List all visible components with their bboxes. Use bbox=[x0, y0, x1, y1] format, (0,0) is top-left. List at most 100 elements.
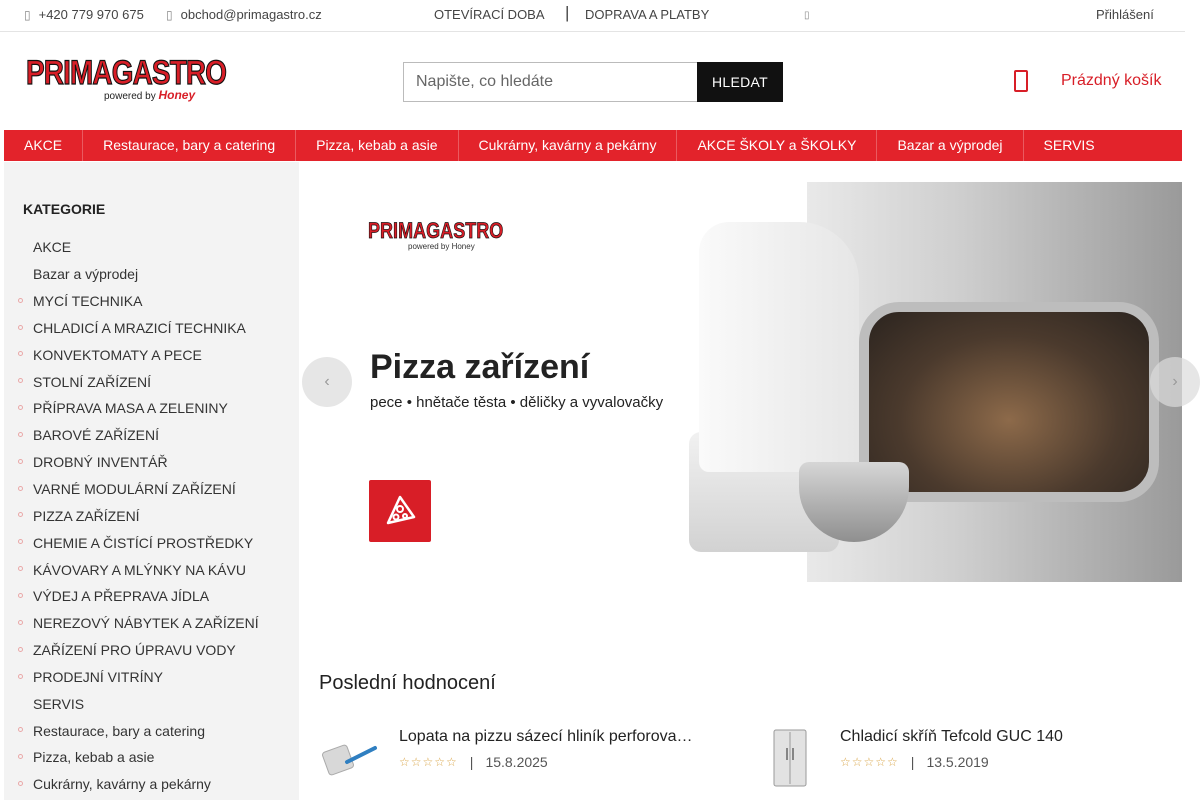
sidebar-item-label[interactable]: MYCÍ TECHNIKA bbox=[33, 293, 142, 309]
sidebar-item-label[interactable]: BAROVÉ ZAŘÍZENÍ bbox=[33, 427, 159, 443]
sidebar-item-label[interactable]: ZAŘÍZENÍ PRO ÚPRAVU VODY bbox=[33, 642, 236, 658]
sidebar-item-label[interactable]: VÝDEJ A PŘEPRAVA JÍDLA bbox=[33, 588, 209, 604]
reviews-title: Poslední hodnocení bbox=[319, 672, 496, 694]
phone-contact[interactable]: ▯ +420 779 970 675 bbox=[24, 7, 144, 22]
menu-item-akce-skoly[interactable]: AKCE ŠKOLY a ŠKOLKY bbox=[677, 130, 878, 161]
chevron-right-icon[interactable]: › bbox=[1150, 357, 1200, 407]
sidebar-item[interactable]: VARNÉ MODULÁRNÍ ZAŘÍZENÍ bbox=[4, 476, 299, 503]
sidebar-item-label[interactable]: PŘÍPRAVA MASA A ZELENINY bbox=[33, 400, 228, 416]
top-separator: | bbox=[565, 3, 570, 22]
bullet-icon bbox=[18, 378, 23, 384]
sidebar-item[interactable]: ZAŘÍZENÍ PRO ÚPRAVU VODY bbox=[4, 637, 299, 664]
bullet-icon bbox=[18, 351, 23, 357]
hero-banner[interactable]: PRIMAGASTRO powered by Honey Pizza zaříz… bbox=[299, 182, 1182, 582]
chevron-left-icon[interactable]: ‹ bbox=[302, 357, 352, 407]
sidebar-item[interactable]: SERVIS bbox=[4, 690, 299, 717]
sidebar-item[interactable]: KONVEKTOMATY A PECE bbox=[4, 341, 299, 368]
sidebar-item[interactable]: CHEMIE A ČISTÍCÍ PROSTŘEDKY bbox=[4, 529, 299, 556]
sidebar-item-label[interactable]: Bazar a výprodej bbox=[33, 266, 138, 282]
dough-mixer-image bbox=[699, 222, 859, 472]
sidebar-item[interactable]: DROBNÝ INVENTÁŘ bbox=[4, 449, 299, 476]
sidebar-item[interactable]: CHLADICÍ A MRAZICÍ TECHNIKA bbox=[4, 315, 299, 342]
sidebar-item[interactable]: MYCÍ TECHNIKA bbox=[4, 288, 299, 315]
sidebar-item[interactable]: PŘÍPRAVA MASA A ZELENINY bbox=[4, 395, 299, 422]
email-address[interactable]: obchod@primagastro.cz bbox=[181, 7, 322, 22]
phone-number[interactable]: +420 779 970 675 bbox=[39, 7, 144, 22]
review-product-name[interactable]: Chladicí skříň Tefcold GUC 140 bbox=[840, 728, 1063, 746]
shipping-link[interactable]: DOPRAVA A PLATBY bbox=[585, 7, 709, 22]
sidebar-item[interactable]: Cukrárny, kavárny a pekárny bbox=[4, 771, 299, 798]
bullet-icon bbox=[18, 458, 23, 464]
opening-hours-link[interactable]: OTEVÍRACÍ DOBA bbox=[434, 7, 545, 22]
sidebar-item-label[interactable]: DROBNÝ INVENTÁŘ bbox=[33, 454, 168, 470]
sidebar-item[interactable]: STOLNÍ ZAŘÍZENÍ bbox=[4, 368, 299, 395]
review-date: 13.5.2019 bbox=[926, 754, 989, 770]
sidebar-item[interactable]: NEREZOVÝ NÁBYTEK A ZAŘÍZENÍ bbox=[4, 610, 299, 637]
sidebar-item-label[interactable]: VARNÉ MODULÁRNÍ ZAŘÍZENÍ bbox=[33, 481, 236, 497]
review-item[interactable]: Lopata na pizzu sázecí hliník perforova…… bbox=[319, 728, 699, 788]
sidebar-item[interactable]: PRODEJNÍ VITRÍNY bbox=[4, 664, 299, 691]
sidebar-item[interactable]: Pizza, kebab a asie bbox=[4, 744, 299, 771]
sidebar-item-label[interactable]: AKCE bbox=[33, 239, 71, 255]
site-header: PRIMAGASTRO powered by Honey HLEDAT Práz… bbox=[0, 32, 1185, 130]
site-logo[interactable]: PRIMAGASTRO powered by Honey bbox=[26, 54, 228, 106]
bullet-icon bbox=[18, 431, 23, 437]
sidebar-item[interactable]: PIZZA ZAŘÍZENÍ bbox=[4, 502, 299, 529]
logo-wordmark: PRIMAGASTRO bbox=[26, 54, 228, 92]
bullet-icon bbox=[18, 539, 23, 545]
sidebar-item-label[interactable]: Pizza, kebab a asie bbox=[33, 749, 154, 765]
banner-subline: pece • hnětače těsta • děličky a vyvalov… bbox=[370, 394, 664, 411]
bullet-icon bbox=[18, 673, 23, 679]
sidebar-item[interactable]: AKCE bbox=[4, 234, 299, 261]
sidebar-item-label[interactable]: PRODEJNÍ VITRÍNY bbox=[33, 669, 163, 685]
bullet-icon bbox=[18, 485, 23, 491]
mail-icon: ▯ bbox=[166, 7, 173, 22]
sidebar-item-label[interactable]: KONVEKTOMATY A PECE bbox=[33, 347, 202, 363]
sidebar-item-label[interactable]: STOLNÍ ZAŘÍZENÍ bbox=[33, 374, 151, 390]
menu-item-akce[interactable]: AKCE bbox=[4, 130, 84, 161]
sidebar-title: KATEGORIE bbox=[23, 201, 106, 217]
pizza-peel-image[interactable] bbox=[319, 728, 379, 788]
search-button[interactable]: HLEDAT bbox=[697, 62, 783, 102]
menu-item-pizza[interactable]: Pizza, kebab a asie bbox=[296, 130, 459, 161]
bullet-icon bbox=[18, 646, 23, 652]
sidebar-item-label[interactable]: KÁVOVARY A MLÝNKY NA KÁVU bbox=[33, 562, 246, 578]
email-contact[interactable]: ▯ obchod@primagastro.cz bbox=[166, 7, 322, 22]
sidebar-item[interactable]: BAROVÉ ZAŘÍZENÍ bbox=[4, 422, 299, 449]
rating-stars: ☆☆☆☆☆ bbox=[840, 755, 899, 769]
bullet-icon bbox=[18, 754, 23, 760]
sidebar-item[interactable]: Restaurace, bary a catering bbox=[4, 717, 299, 744]
sidebar-item-label[interactable]: NEREZOVÝ NÁBYTEK A ZAŘÍZENÍ bbox=[33, 615, 259, 631]
sidebar-item[interactable]: KÁVOVARY A MLÝNKY NA KÁVU bbox=[4, 556, 299, 583]
top-bar: ▯ +420 779 970 675 ▯ obchod@primagastro.… bbox=[0, 0, 1185, 32]
category-list: AKCE Bazar a výprodej MYCÍ TECHNIKA CHLADIC… bbox=[4, 234, 299, 798]
sidebar-item-label[interactable]: PIZZA ZAŘÍZENÍ bbox=[33, 508, 140, 524]
bullet-icon bbox=[18, 592, 23, 598]
phone-icon: ▯ bbox=[24, 7, 31, 22]
menu-item-bazar[interactable]: Bazar a výprodej bbox=[877, 130, 1024, 161]
menu-item-servis[interactable]: SERVIS bbox=[1024, 130, 1115, 161]
menu-item-restaurace[interactable]: Restaurace, bary a catering bbox=[83, 130, 297, 161]
sidebar-item-label[interactable]: SERVIS bbox=[33, 696, 84, 712]
bullet-icon bbox=[18, 780, 23, 786]
cart-label[interactable]: Prázdný košík bbox=[1061, 72, 1161, 90]
menu-item-cukrarny[interactable]: Cukrárny, kavárny a pekárny bbox=[459, 130, 678, 161]
sidebar-item-label[interactable]: CHLADICÍ A MRAZICÍ TECHNIKA bbox=[33, 320, 246, 336]
cart-link[interactable]: Prázdný košík bbox=[1014, 70, 1161, 92]
review-item[interactable]: Chladicí skříň Tefcold GUC 140 ☆☆☆☆☆ | 1… bbox=[760, 728, 1180, 788]
meta-separator: | bbox=[469, 754, 474, 770]
rating-stars: ☆☆☆☆☆ bbox=[399, 755, 458, 769]
menu-toggle-icon[interactable]: ▯ bbox=[804, 10, 810, 21]
sidebar-item[interactable]: Bazar a výprodej bbox=[4, 261, 299, 288]
sidebar-item-label[interactable]: Restaurace, bary a catering bbox=[33, 723, 205, 739]
main-menu: AKCE Restaurace, bary a catering Pizza, … bbox=[4, 130, 1182, 161]
login-link[interactable]: Přihlášení bbox=[1096, 7, 1154, 22]
search-input[interactable] bbox=[403, 62, 697, 102]
sidebar-item-label[interactable]: Cukrárny, kavárny a pekárny bbox=[33, 776, 211, 792]
category-sidebar: KATEGORIE AKCE Bazar a výprodej MYCÍ TECHN… bbox=[4, 162, 299, 800]
sidebar-item-label[interactable]: CHEMIE A ČISTÍCÍ PROSTŘEDKY bbox=[33, 535, 253, 551]
banner-headline: Pizza zařízení bbox=[370, 348, 590, 386]
review-product-name[interactable]: Lopata na pizzu sázecí hliník perforova… bbox=[399, 728, 699, 746]
sidebar-item[interactable]: VÝDEJ A PŘEPRAVA JÍDLA bbox=[4, 583, 299, 610]
fridge-image[interactable] bbox=[760, 728, 820, 788]
